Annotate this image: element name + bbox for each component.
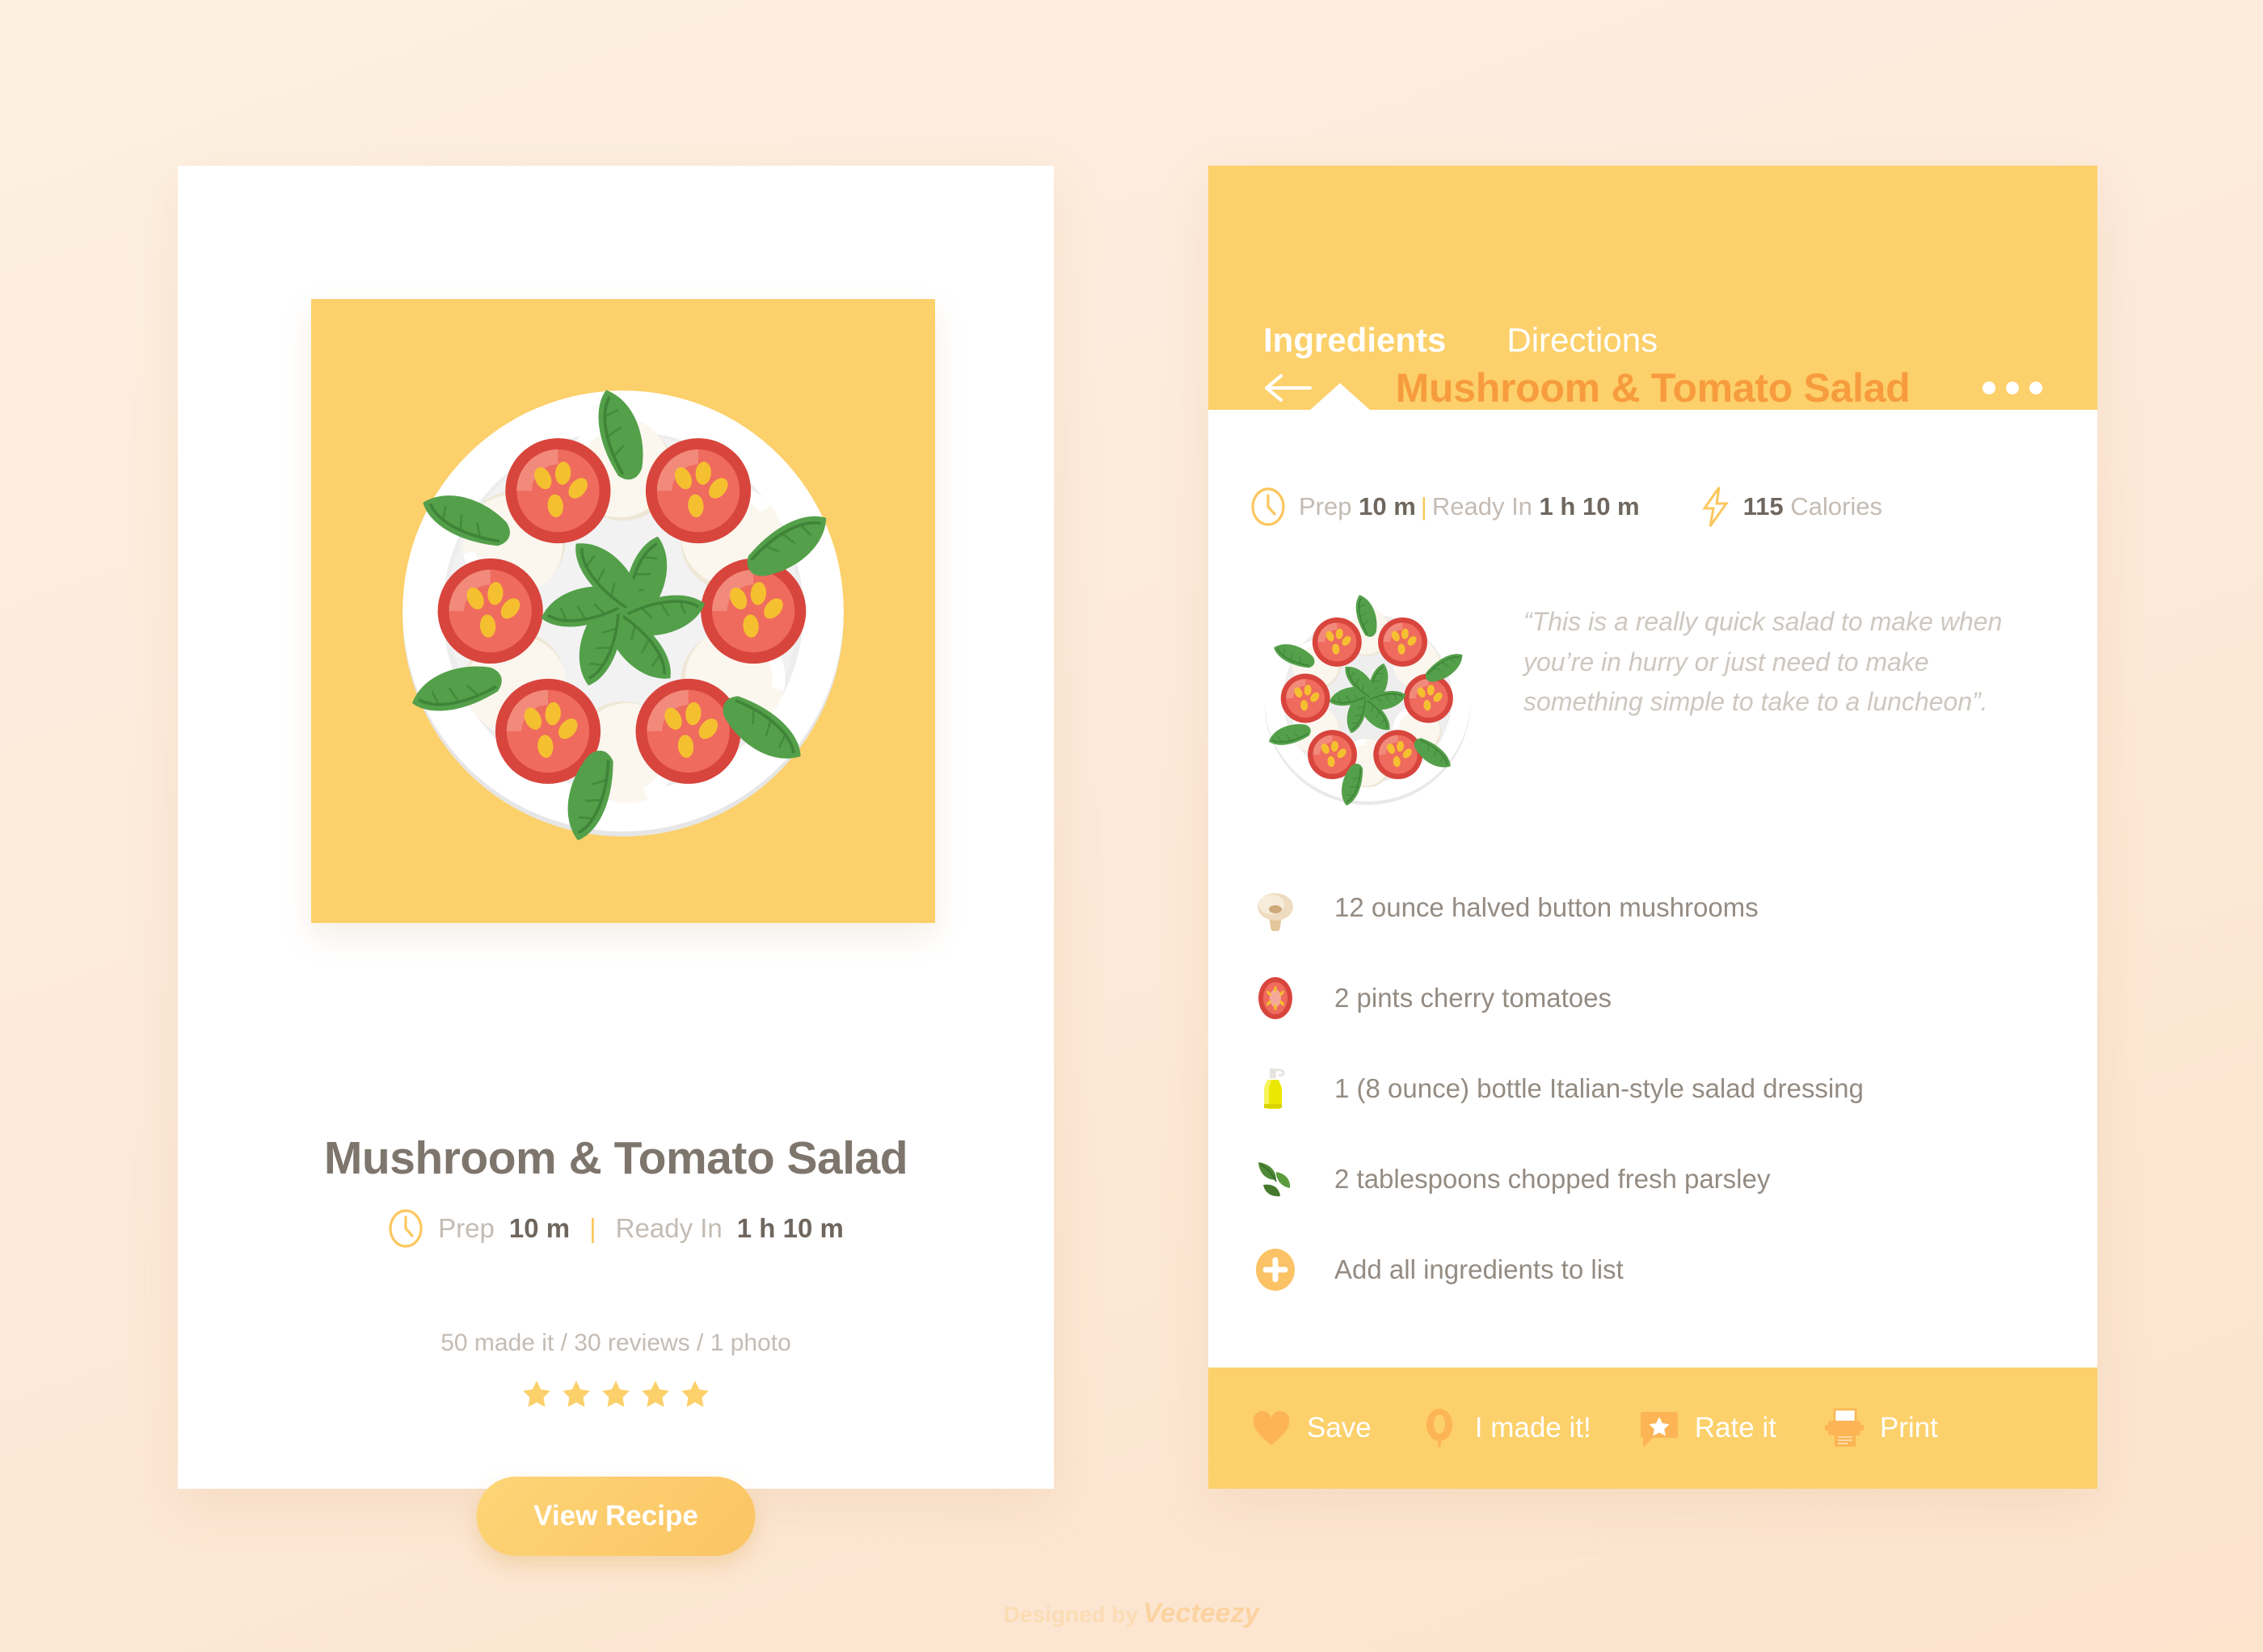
i-made-it-button[interactable]: I made it! <box>1418 1407 1591 1449</box>
recipe-preview-card: Mushroom & Tomato Salad Prep 10 m | Read… <box>178 166 1054 1556</box>
recipe-quote: “This is a really quick salad to make wh… <box>1523 607 2003 717</box>
lightning-bolt-icon <box>1701 487 1729 527</box>
tab-directions[interactable]: Directions <box>1507 321 1658 360</box>
list-item[interactable]: 12 ounce halved button mushrooms <box>1250 862 2059 953</box>
list-item[interactable]: 1 (8 ounce) bottle Italian-style salad d… <box>1250 1043 2059 1134</box>
meta-separator: | <box>1420 492 1427 520</box>
dressing-bottle-icon <box>1250 1064 1300 1114</box>
panel-tabs: Ingredients Directions <box>1263 321 1658 360</box>
caprese-salad-thumb-svg <box>1264 591 1471 809</box>
view-recipe-button[interactable]: View Recipe <box>476 1477 756 1556</box>
kebab-dot <box>2029 381 2042 394</box>
star-icon[interactable] <box>560 1378 592 1410</box>
rate-it-button[interactable]: Rate it <box>1638 1407 1776 1449</box>
star-icon[interactable] <box>520 1378 553 1410</box>
credit-prefix: Designed by <box>1003 1602 1139 1627</box>
ingredient-label: 12 ounce halved button mushrooms <box>1334 892 1759 922</box>
print-button[interactable]: Print <box>1823 1407 1938 1449</box>
i-made-it-label: I made it! <box>1474 1412 1591 1443</box>
parsley-icon <box>1250 1154 1300 1204</box>
more-options-icon[interactable] <box>1983 381 2042 394</box>
caprese-salad-svg <box>402 382 844 847</box>
clock-icon <box>389 1209 423 1248</box>
list-item[interactable]: 2 pints cherry tomatoes <box>1250 953 2059 1043</box>
print-label: Print <box>1879 1412 1938 1443</box>
prep-value: 10 m <box>1359 492 1416 520</box>
prep-label: Prep <box>1299 492 1352 520</box>
save-label: Save <box>1307 1412 1372 1443</box>
list-item[interactable]: 2 tablespoons chopped fresh parsley <box>1250 1134 2059 1224</box>
star-bubble-icon <box>1640 1412 1678 1448</box>
list-item[interactable]: Add all ingredients to list <box>1250 1224 2059 1315</box>
mushroom-icon <box>1250 883 1300 933</box>
recipe-quote-block: “This is a really quick salad to make wh… <box>1250 581 2059 815</box>
reviews-summary: 50 made it / 30 reviews / 1 photo <box>440 1330 791 1356</box>
kebab-dot <box>2006 381 2019 394</box>
rating-stars[interactable] <box>178 1378 1054 1410</box>
panel-action-bar: Save I made it! Rate it Print <box>1208 1368 2097 1489</box>
add-plus-icon[interactable] <box>1250 1245 1300 1295</box>
recipe-info-bar: Prep 10 m | Ready In 1 h 10 m 115 Calori… <box>1250 486 1882 528</box>
hero-image-block <box>311 299 935 923</box>
star-icon[interactable] <box>600 1378 632 1410</box>
prep-value: 10 m <box>508 1213 571 1243</box>
panel-body: Prep 10 m | Ready In 1 h 10 m 115 Calori… <box>1208 410 2097 1368</box>
recipe-detail-panel: Mushroom & Tomato Salad Ingredients Dire… <box>1208 166 2097 1489</box>
spoon-icon <box>1426 1409 1452 1448</box>
designer-credit: Designed by Vecteezy <box>0 1598 2263 1629</box>
calories-label: Calories <box>1790 492 1882 520</box>
calories-value: 115 <box>1743 492 1784 520</box>
printer-icon <box>1824 1408 1864 1447</box>
ready-label: Ready In <box>1431 492 1532 520</box>
recipe-meta-row: Prep 10 m | Ready In 1 h 10 m <box>178 1208 1054 1249</box>
save-button[interactable]: Save <box>1250 1407 1372 1449</box>
page-title: Mushroom & Tomato Salad <box>323 1132 908 1184</box>
star-icon[interactable] <box>639 1378 672 1410</box>
recipe-thumbnail <box>1250 581 1485 815</box>
ready-value: 1 h 10 m <box>736 1213 844 1243</box>
ready-label: Ready In <box>615 1213 723 1243</box>
ingredient-label: 2 pints cherry tomatoes <box>1334 983 1612 1013</box>
panel-header: Mushroom & Tomato Salad Ingredients Dire… <box>1208 166 2097 411</box>
star-icon[interactable] <box>679 1378 711 1410</box>
ingredient-label: Add all ingredients to list <box>1334 1254 1624 1284</box>
active-tab-indicator <box>1309 383 1371 411</box>
heart-icon <box>1253 1410 1290 1445</box>
tomato-slice-icon <box>1250 973 1300 1023</box>
meta-separator: | <box>589 1213 596 1243</box>
salad-illustration <box>311 299 935 923</box>
ready-value: 1 h 10 m <box>1539 492 1640 520</box>
rate-it-label: Rate it <box>1694 1412 1776 1443</box>
ingredient-label: 1 (8 ounce) bottle Italian-style salad d… <box>1334 1073 1864 1103</box>
kebab-dot <box>1983 381 1995 394</box>
ingredient-label: 2 tablespoons chopped fresh parsley <box>1334 1164 1771 1194</box>
clock-icon <box>1251 487 1285 526</box>
prep-label: Prep <box>438 1213 495 1243</box>
calories-group: 115 Calories <box>1700 486 1882 528</box>
app-canvas: Mushroom & Tomato Salad Prep 10 m | Read… <box>0 0 2263 1652</box>
credit-brand: Vecteezy <box>1143 1598 1260 1629</box>
ingredients-list: 12 ounce halved button mushrooms 2 pints… <box>1250 862 2059 1315</box>
tab-ingredients[interactable]: Ingredients <box>1263 321 1446 360</box>
